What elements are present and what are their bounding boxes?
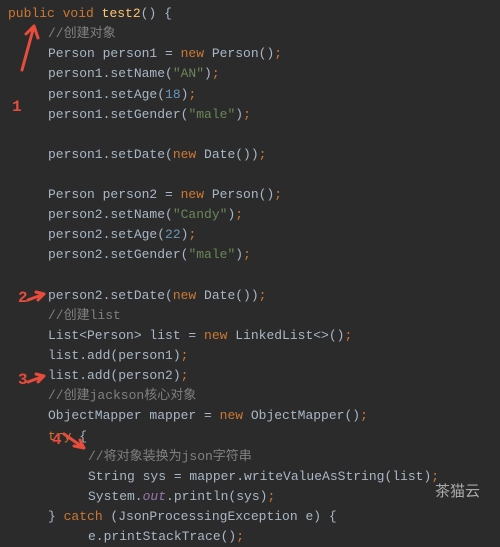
code-text: person2.setGender( xyxy=(48,247,188,262)
comment: //创建list xyxy=(48,308,121,323)
semicolon: ; xyxy=(188,227,196,242)
code-text: ) xyxy=(235,247,243,262)
code-text: ObjectMapper mapper = xyxy=(48,408,220,423)
arrow-3-icon xyxy=(26,372,48,386)
code-line: person1.setGender("male"); xyxy=(8,105,492,125)
semicolon: ; xyxy=(267,489,275,504)
code-line: person2.setAge(22); xyxy=(8,225,492,245)
code-text: person2.setName( xyxy=(48,207,173,222)
code-text: person1.setGender( xyxy=(48,107,188,122)
code-line: String sys = mapper.writeValueAsString(l… xyxy=(8,467,492,487)
semicolon: ; xyxy=(274,46,282,61)
code-text: person2.setDate( xyxy=(48,288,173,303)
string-literal: "AN" xyxy=(173,66,204,81)
code-text: ) xyxy=(204,66,212,81)
keyword-catch: catch xyxy=(64,509,103,524)
keyword-new: new xyxy=(181,187,204,202)
code-line: public void test2() { xyxy=(8,4,492,24)
code-line: person2.setDate(new Date()); xyxy=(8,286,492,306)
semicolon: ; xyxy=(360,408,368,423)
code-line: e.printStackTrace(); xyxy=(8,527,492,547)
code-text: person2.setAge( xyxy=(48,227,165,242)
arrow-1-icon xyxy=(12,22,40,72)
keyword-new: new xyxy=(204,328,227,343)
keyword-new: new xyxy=(220,408,243,423)
semicolon: ; xyxy=(259,147,267,162)
semicolon: ; xyxy=(243,247,251,262)
blank-line xyxy=(8,125,492,145)
code-text: } xyxy=(48,509,64,524)
code-line: ObjectMapper mapper = new ObjectMapper()… xyxy=(8,406,492,426)
code-text: LinkedList<>() xyxy=(227,328,344,343)
code-line: Person person2 = new Person(); xyxy=(8,185,492,205)
string-literal: "male" xyxy=(188,107,235,122)
blank-line xyxy=(8,165,492,185)
keyword-new: new xyxy=(173,147,196,162)
blank-line xyxy=(8,266,492,286)
code-text: Date()) xyxy=(196,288,258,303)
code-line: Person person1 = new Person(); xyxy=(8,44,492,64)
code-text: .println(sys) xyxy=(166,489,267,504)
semicolon: ; xyxy=(181,368,189,383)
comment: //创建jackson核心对象 xyxy=(48,388,196,403)
code-line: person1.setAge(18); xyxy=(8,85,492,105)
code-line: person1.setName("AN"); xyxy=(8,64,492,84)
code-line: person2.setName("Candy"); xyxy=(8,205,492,225)
code-text: Person() xyxy=(204,187,274,202)
code-text: person1.setDate( xyxy=(48,147,173,162)
number-literal: 18 xyxy=(165,87,181,102)
code-line: //创建jackson核心对象 xyxy=(8,386,492,406)
method-name: test2 xyxy=(102,6,141,21)
annotation-4: 4 xyxy=(52,428,62,453)
semicolon: ; xyxy=(236,529,244,544)
watermark: 茶猫云 xyxy=(435,480,480,503)
comment: //将对象装换为json字符串 xyxy=(88,449,252,464)
code-line: System.out.println(sys); xyxy=(8,487,492,507)
code-text: list.add(person1) xyxy=(48,348,181,363)
code-line: person1.setDate(new Date()); xyxy=(8,145,492,165)
keyword-void: void xyxy=(63,6,94,21)
code-line: list.add(person1); xyxy=(8,346,492,366)
code-text: ObjectMapper() xyxy=(243,408,360,423)
semicolon: ; xyxy=(188,87,196,102)
semicolon: ; xyxy=(181,348,189,363)
keyword-public: public xyxy=(8,6,55,21)
code-text: list.add(person2) xyxy=(48,368,181,383)
semicolon: ; xyxy=(344,328,352,343)
keyword-new: new xyxy=(173,288,196,303)
code-text: person1.setName( xyxy=(48,66,173,81)
code-text: person1.setAge( xyxy=(48,87,165,102)
code-text: e.printStackTrace() xyxy=(88,529,236,544)
arrow-4-icon xyxy=(62,432,88,454)
code-line: //创建list xyxy=(8,306,492,326)
semicolon: ; xyxy=(243,107,251,122)
code-text: Person person1 = xyxy=(48,46,181,61)
string-literal: "male" xyxy=(188,247,235,262)
code-text: System. xyxy=(88,489,143,504)
code-text: ) xyxy=(235,107,243,122)
code-line: list.add(person2); xyxy=(8,366,492,386)
code-text: Date()) xyxy=(196,147,258,162)
semicolon: ; xyxy=(235,207,243,222)
keyword-new: new xyxy=(181,46,204,61)
code-line: //创建对象 xyxy=(8,24,492,44)
semicolon: ; xyxy=(259,288,267,303)
code-line: List<Person> list = new LinkedList<>(); xyxy=(8,326,492,346)
semicolon: ; xyxy=(274,187,282,202)
code-text: (JsonProcessingException e) { xyxy=(103,509,337,524)
semicolon: ; xyxy=(212,66,220,81)
number-literal: 22 xyxy=(165,227,181,242)
annotation-1: 1 xyxy=(12,95,22,120)
string-literal: "Candy" xyxy=(173,207,228,222)
code-text: Person person2 = xyxy=(48,187,181,202)
code-text: () { xyxy=(141,6,172,21)
arrow-2-icon xyxy=(26,290,48,304)
comment: //创建对象 xyxy=(48,26,116,41)
code-text: Person() xyxy=(204,46,274,61)
code-text: String sys = mapper.writeValueAsString(l… xyxy=(88,469,431,484)
code-text: List<Person> list = xyxy=(48,328,204,343)
code-line: person2.setGender("male"); xyxy=(8,245,492,265)
static-field: out xyxy=(143,489,166,504)
code-line: } catch (JsonProcessingException e) { xyxy=(8,507,492,527)
